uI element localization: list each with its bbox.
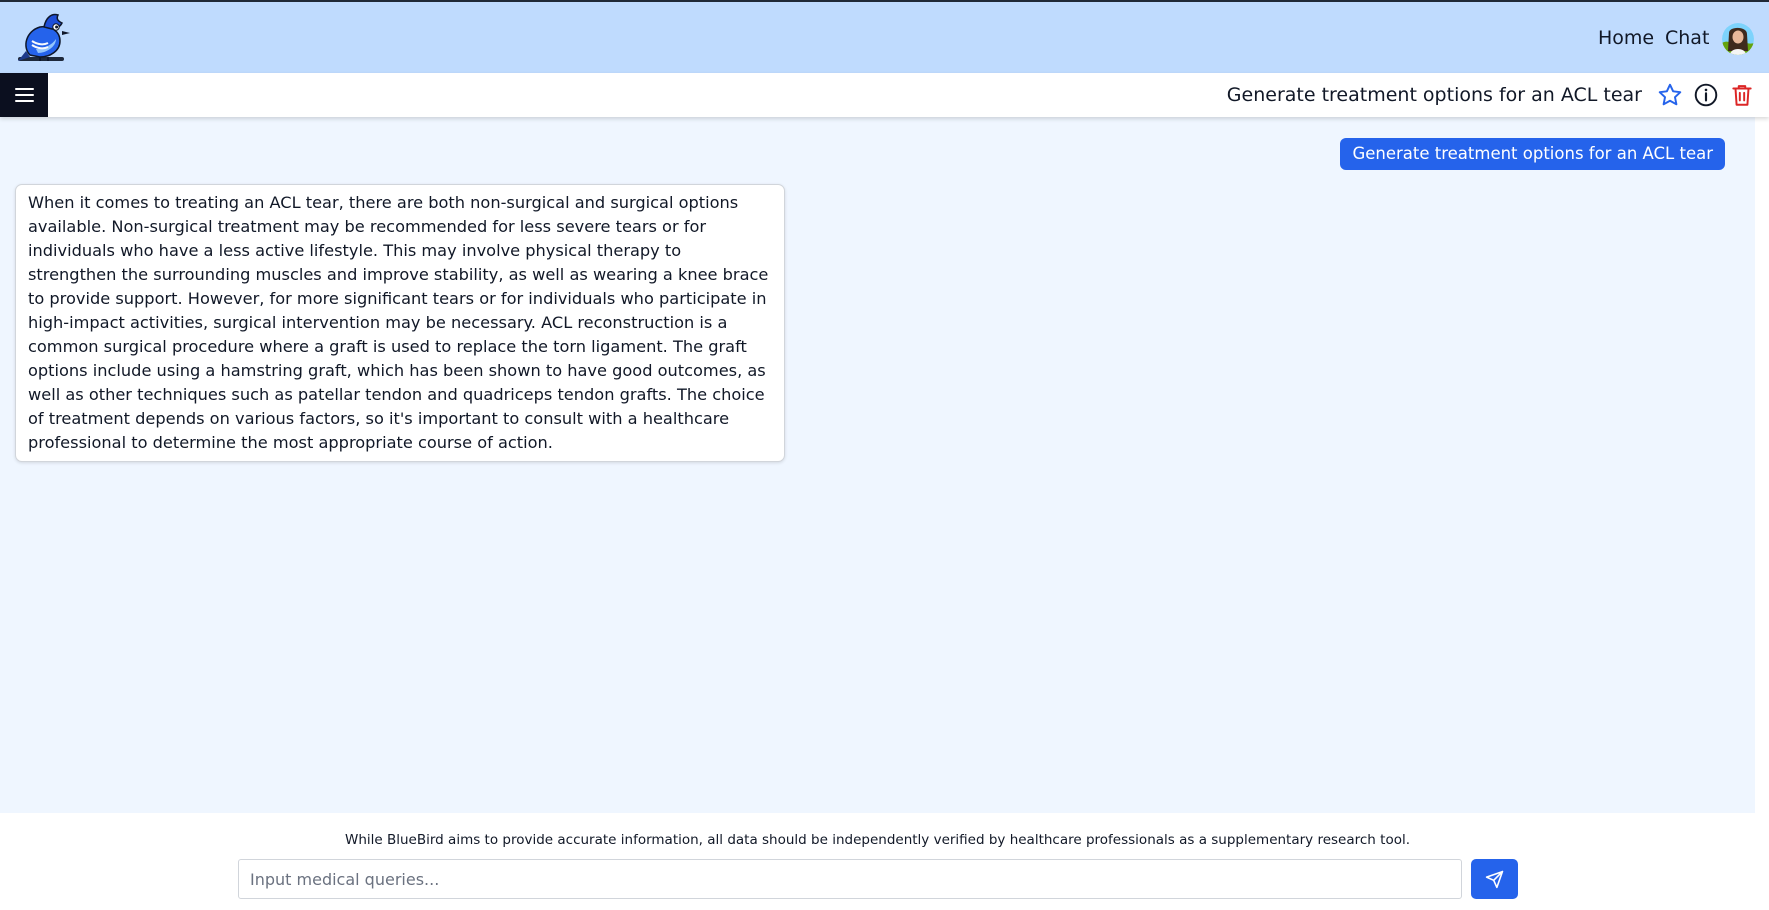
user-message-bubble: Generate treatment options for an ACL te… [1340,138,1725,170]
assistant-message-bubble: When it comes to treating an ACL tear, t… [15,184,785,462]
hamburger-menu-icon[interactable] [0,73,48,117]
nav-home-link[interactable]: Home [1598,26,1654,50]
star-icon[interactable] [1657,82,1683,108]
chat-header: Generate treatment options for an ACL te… [0,73,1769,117]
disclaimer-text: While BlueBird aims to provide accurate … [344,832,1411,848]
send-icon [1485,870,1504,889]
chat-title: Generate treatment options for an ACL te… [1226,84,1642,106]
bluebird-logo-icon[interactable] [16,11,72,65]
chat-input-footer: While BlueBird aims to provide accurate … [0,813,1769,910]
nav-chat-link[interactable]: Chat [1665,26,1709,50]
medical-query-input[interactable] [238,859,1462,899]
page: Home Chat Generate treatment options for… [0,0,1769,910]
send-button[interactable] [1471,859,1518,899]
user-avatar-icon[interactable] [1722,23,1754,55]
chat-messages-area[interactable]: Generate treatment options for an ACL te… [0,117,1755,813]
trash-icon[interactable] [1729,82,1755,108]
top-navbar: Home Chat [0,0,1769,73]
info-icon[interactable] [1693,82,1719,108]
scrollbar-track[interactable] [1755,117,1769,813]
